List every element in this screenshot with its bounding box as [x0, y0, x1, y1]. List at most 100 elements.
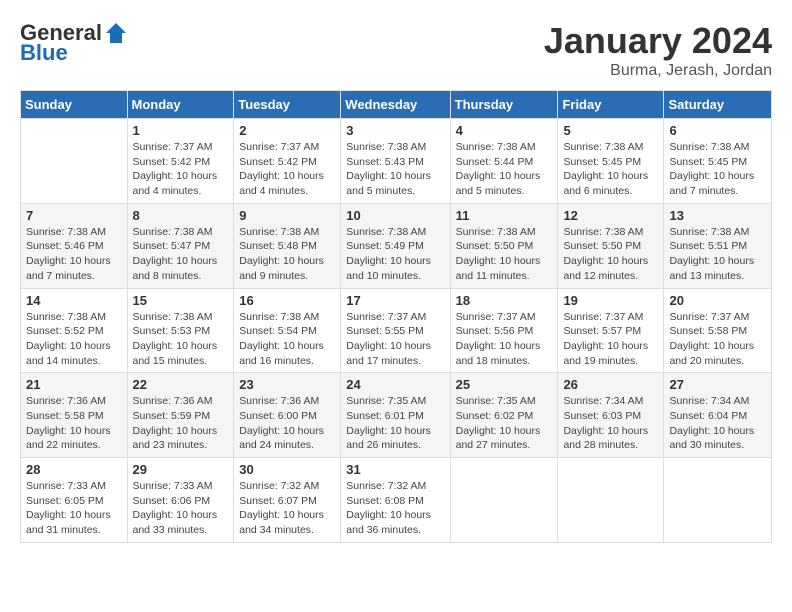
day-number: 27: [669, 377, 766, 392]
day-number: 14: [26, 293, 122, 308]
calendar-cell: 23 Sunrise: 7:36 AMSunset: 6:00 PMDayligh…: [234, 373, 341, 458]
calendar-cell: [558, 458, 664, 543]
calendar-cell: 18 Sunrise: 7:37 AMSunset: 5:56 PMDayligh…: [450, 288, 558, 373]
day-info: Sunrise: 7:36 AMSunset: 5:58 PMDaylight:…: [26, 394, 122, 453]
day-info: Sunrise: 7:37 AMSunset: 5:55 PMDaylight:…: [346, 310, 444, 369]
day-info: Sunrise: 7:33 AMSunset: 6:06 PMDaylight:…: [133, 479, 229, 538]
calendar-cell: 21Sunrise: 7:36 AMSunset: 5:58 PMDayligh…: [21, 373, 128, 458]
day-number: 5: [563, 123, 658, 138]
day-info: Sunrise: 7:36 AMSunset: 6:00 PMDaylight:…: [239, 394, 335, 453]
calendar-cell: 24 Sunrise: 7:35 AMSunset: 6:01 PMDayligh…: [341, 373, 450, 458]
day-info: Sunrise: 7:36 AMSunset: 5:59 PMDaylight:…: [133, 394, 229, 453]
calendar-header-row: SundayMondayTuesdayWednesdayThursdayFrid…: [21, 91, 772, 119]
calendar-cell: 7 Sunrise: 7:38 AMSunset: 5:46 PMDaylight…: [21, 203, 128, 288]
day-number: 29: [133, 462, 229, 477]
day-number: 22: [133, 377, 229, 392]
calendar-cell: 16 Sunrise: 7:38 AMSunset: 5:54 PMDayligh…: [234, 288, 341, 373]
title-section: January 2024 Burma, Jerash, Jordan: [544, 20, 772, 80]
header-friday: Friday: [558, 91, 664, 119]
day-info: Sunrise: 7:37 AMSunset: 5:56 PMDaylight:…: [456, 310, 553, 369]
day-number: 8: [133, 208, 229, 223]
day-number: 7: [26, 208, 122, 223]
day-number: 17: [346, 293, 444, 308]
calendar-cell: 29 Sunrise: 7:33 AMSunset: 6:06 PMDayligh…: [127, 458, 234, 543]
header-monday: Monday: [127, 91, 234, 119]
calendar-cell: [664, 458, 772, 543]
calendar-cell: 20 Sunrise: 7:37 AMSunset: 5:58 PMDayligh…: [664, 288, 772, 373]
day-number: 19: [563, 293, 658, 308]
day-number: 18: [456, 293, 553, 308]
day-info: Sunrise: 7:34 AMSunset: 6:04 PMDaylight:…: [669, 394, 766, 453]
day-info: Sunrise: 7:32 AMSunset: 6:07 PMDaylight:…: [239, 479, 335, 538]
header-saturday: Saturday: [664, 91, 772, 119]
calendar-cell: 22 Sunrise: 7:36 AMSunset: 5:59 PMDayligh…: [127, 373, 234, 458]
day-info: Sunrise: 7:35 AMSunset: 6:01 PMDaylight:…: [346, 394, 444, 453]
day-number: 26: [563, 377, 658, 392]
header-sunday: Sunday: [21, 91, 128, 119]
week-row-4: 21Sunrise: 7:36 AMSunset: 5:58 PMDayligh…: [21, 373, 772, 458]
day-number: 10: [346, 208, 444, 223]
day-info: Sunrise: 7:37 AMSunset: 5:57 PMDaylight:…: [563, 310, 658, 369]
calendar-cell: 26 Sunrise: 7:34 AMSunset: 6:03 PMDayligh…: [558, 373, 664, 458]
day-number: 16: [239, 293, 335, 308]
day-info: Sunrise: 7:37 AMSunset: 5:58 PMDaylight:…: [669, 310, 766, 369]
logo-icon: [104, 21, 128, 45]
calendar-cell: 4Sunrise: 7:38 AMSunset: 5:44 PMDaylight…: [450, 119, 558, 204]
logo: General Blue: [20, 20, 128, 66]
day-number: 4: [456, 123, 553, 138]
calendar-cell: 15 Sunrise: 7:38 AMSunset: 5:53 PMDayligh…: [127, 288, 234, 373]
calendar-cell: [21, 119, 128, 204]
day-info: Sunrise: 7:32 AMSunset: 6:08 PMDaylight:…: [346, 479, 444, 538]
day-info: Sunrise: 7:38 AMSunset: 5:51 PMDaylight:…: [669, 225, 766, 284]
day-number: 2: [239, 123, 335, 138]
day-info: Sunrise: 7:38 AMSunset: 5:49 PMDaylight:…: [346, 225, 444, 284]
day-number: 31: [346, 462, 444, 477]
day-number: 11: [456, 208, 553, 223]
calendar-cell: 3 Sunrise: 7:38 AMSunset: 5:43 PMDaylight…: [341, 119, 450, 204]
day-info: Sunrise: 7:38 AMSunset: 5:43 PMDaylight:…: [346, 140, 444, 199]
calendar-cell: 14 Sunrise: 7:38 AMSunset: 5:52 PMDayligh…: [21, 288, 128, 373]
calendar-cell: 10 Sunrise: 7:38 AMSunset: 5:49 PMDayligh…: [341, 203, 450, 288]
header-tuesday: Tuesday: [234, 91, 341, 119]
day-info: Sunrise: 7:38 AMSunset: 5:54 PMDaylight:…: [239, 310, 335, 369]
day-info: Sunrise: 7:35 AMSunset: 6:02 PMDaylight:…: [456, 394, 553, 453]
calendar-table: SundayMondayTuesdayWednesdayThursdayFrid…: [20, 90, 772, 543]
day-number: 1: [133, 123, 229, 138]
calendar-cell: 6Sunrise: 7:38 AMSunset: 5:45 PMDaylight…: [664, 119, 772, 204]
calendar-cell: 27 Sunrise: 7:34 AMSunset: 6:04 PMDayligh…: [664, 373, 772, 458]
calendar-cell: 31 Sunrise: 7:32 AMSunset: 6:08 PMDayligh…: [341, 458, 450, 543]
day-info: Sunrise: 7:33 AMSunset: 6:05 PMDaylight:…: [26, 479, 122, 538]
day-number: 15: [133, 293, 229, 308]
day-info: Sunrise: 7:38 AMSunset: 5:52 PMDaylight:…: [26, 310, 122, 369]
week-row-2: 7 Sunrise: 7:38 AMSunset: 5:46 PMDaylight…: [21, 203, 772, 288]
week-row-3: 14 Sunrise: 7:38 AMSunset: 5:52 PMDayligh…: [21, 288, 772, 373]
calendar-cell: 30 Sunrise: 7:32 AMSunset: 6:07 PMDayligh…: [234, 458, 341, 543]
day-info: Sunrise: 7:38 AMSunset: 5:45 PMDaylight:…: [669, 140, 766, 199]
day-info: Sunrise: 7:34 AMSunset: 6:03 PMDaylight:…: [563, 394, 658, 453]
day-info: Sunrise: 7:37 AMSunset: 5:42 PMDaylight:…: [239, 140, 335, 199]
day-number: 13: [669, 208, 766, 223]
day-number: 9: [239, 208, 335, 223]
day-number: 28: [26, 462, 122, 477]
header-wednesday: Wednesday: [341, 91, 450, 119]
day-number: 3: [346, 123, 444, 138]
calendar-cell: 12Sunrise: 7:38 AMSunset: 5:50 PMDayligh…: [558, 203, 664, 288]
day-number: 24: [346, 377, 444, 392]
day-number: 30: [239, 462, 335, 477]
day-info: Sunrise: 7:37 AMSunset: 5:42 PMDaylight:…: [133, 140, 229, 199]
day-number: 20: [669, 293, 766, 308]
logo-blue-text: Blue: [20, 40, 68, 66]
day-info: Sunrise: 7:38 AMSunset: 5:47 PMDaylight:…: [133, 225, 229, 284]
calendar-subtitle: Burma, Jerash, Jordan: [544, 62, 772, 80]
calendar-cell: 9Sunrise: 7:38 AMSunset: 5:48 PMDaylight…: [234, 203, 341, 288]
day-info: Sunrise: 7:38 AMSunset: 5:45 PMDaylight:…: [563, 140, 658, 199]
day-info: Sunrise: 7:38 AMSunset: 5:46 PMDaylight:…: [26, 225, 122, 284]
calendar-cell: 13 Sunrise: 7:38 AMSunset: 5:51 PMDayligh…: [664, 203, 772, 288]
week-row-1: 1 Sunrise: 7:37 AMSunset: 5:42 PMDaylight…: [21, 119, 772, 204]
day-info: Sunrise: 7:38 AMSunset: 5:53 PMDaylight:…: [133, 310, 229, 369]
day-number: 12: [563, 208, 658, 223]
calendar-cell: 19 Sunrise: 7:37 AMSunset: 5:57 PMDayligh…: [558, 288, 664, 373]
calendar-cell: 28 Sunrise: 7:33 AMSunset: 6:05 PMDayligh…: [21, 458, 128, 543]
day-number: 23: [239, 377, 335, 392]
calendar-title: January 2024: [544, 20, 772, 62]
